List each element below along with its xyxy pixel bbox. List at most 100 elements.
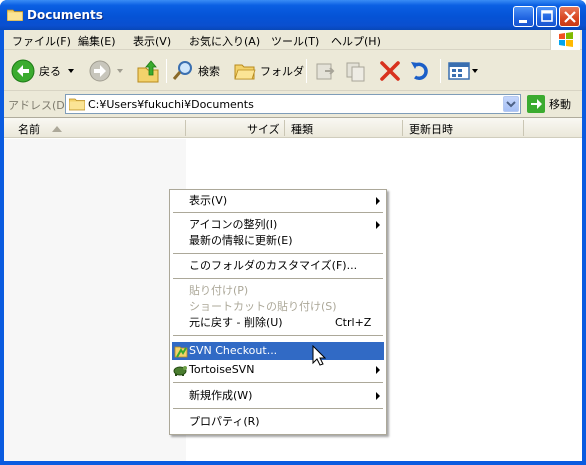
title-bar[interactable]: Documents (0, 0, 586, 30)
column-header-row: 名前 サイズ 種類 更新日時 (4, 118, 582, 138)
go-label: 移動 (549, 98, 571, 111)
menu-separator (173, 408, 383, 409)
maximize-button[interactable] (536, 6, 557, 27)
menu-separator (173, 253, 383, 254)
menu-separator (173, 212, 383, 213)
context-item-svn-checkout[interactable]: SVN Checkout... (172, 342, 384, 360)
context-item-paste-shortcut: ショートカットの貼り付け(S) (172, 299, 384, 315)
up-folder-icon (137, 60, 159, 83)
undo-icon (411, 62, 428, 81)
forward-button[interactable] (88, 57, 126, 85)
back-arrow-icon (11, 59, 35, 83)
folder-icon (6, 8, 24, 22)
undo-button[interactable] (408, 57, 432, 85)
context-item-refresh[interactable]: 最新の情報に更新(E) (172, 233, 384, 249)
context-item-label: アイコンの整列(I) (189, 218, 278, 231)
back-label: 戻る (39, 65, 61, 78)
context-item-properties[interactable]: プロパティ(R) (172, 414, 384, 430)
minimize-button[interactable] (513, 6, 534, 27)
column-divider[interactable] (185, 120, 186, 136)
dropdown-arrow-icon[interactable] (472, 66, 480, 76)
menu-help[interactable]: ヘルプ(H) (331, 33, 381, 49)
back-button[interactable]: 戻る (10, 57, 77, 85)
folders-icon (234, 64, 256, 80)
column-header-modified[interactable]: 更新日時 (409, 121, 453, 137)
delete-x-icon (380, 61, 400, 81)
menu-file[interactable]: ファイル(F) (12, 33, 71, 49)
column-divider[interactable] (284, 120, 285, 136)
folders-button[interactable]: フォルダ (233, 57, 304, 85)
up-folder-button[interactable] (135, 57, 161, 85)
toolbar-separator (306, 59, 307, 83)
search-icon (172, 61, 192, 80)
copy-to-icon (346, 62, 365, 82)
context-item-paste: 貼り付け(P) (172, 283, 384, 299)
menu-separator (173, 278, 383, 279)
context-item-label: ショートカットの貼り付け(S) (189, 300, 337, 313)
move-to-icon (316, 63, 335, 80)
dropdown-arrow-icon[interactable] (67, 66, 77, 76)
context-item-arrange-icons[interactable]: アイコンの整列(I) (172, 217, 384, 233)
context-item-customize-folder[interactable]: このフォルダのカスタマイズ(F)... (172, 258, 384, 274)
context-item-view[interactable]: 表示(V) (172, 193, 384, 209)
windows-logo-icon (550, 30, 580, 50)
context-item-label: このフォルダのカスタマイズ(F)... (189, 259, 358, 272)
address-input[interactable]: C:¥Users¥fukuchi¥Documents (65, 94, 521, 114)
dropdown-arrow-icon[interactable] (116, 66, 126, 76)
menu-tools[interactable]: ツール(T) (271, 33, 319, 49)
toolbar-separator (440, 59, 441, 83)
menu-edit[interactable]: 編集(E) (78, 33, 116, 49)
go-arrow-icon (527, 95, 545, 113)
window-title: Documents (27, 8, 103, 22)
context-item-new[interactable]: 新規作成(W) (172, 388, 384, 404)
context-item-tortoisesvn[interactable]: TortoiseSVN (172, 362, 384, 378)
toolbar-separator (166, 59, 167, 83)
go-button[interactable]: 移動 (527, 95, 571, 113)
column-divider[interactable] (402, 120, 403, 136)
context-item-label: 元に戻す - 削除(U) (189, 316, 283, 329)
address-label: アドレス(D) (8, 99, 70, 112)
context-item-label: 最新の情報に更新(E) (189, 234, 293, 247)
menu-bar: ファイル(F) 編集(E) 表示(V) お気に入り(A) ツール(T) ヘルプ(… (4, 30, 582, 50)
submenu-arrow-icon (376, 392, 380, 400)
mouse-pointer-icon (312, 345, 326, 366)
context-item-undo-delete[interactable]: 元に戻す - 削除(U) Ctrl+Z (172, 315, 384, 331)
name-column-shading (4, 139, 186, 462)
address-dropdown-button[interactable] (503, 96, 519, 112)
submenu-arrow-icon (376, 366, 380, 374)
folders-label: フォルダ (260, 65, 304, 78)
context-item-label: 新規作成(W) (189, 389, 253, 402)
toolbar: 戻る 検索 フォルダ (4, 51, 582, 91)
sort-ascending-icon (52, 126, 62, 132)
views-button[interactable] (447, 57, 480, 85)
svn-checkout-icon (174, 346, 188, 358)
column-header-type[interactable]: 種類 (291, 121, 313, 137)
search-label: 検索 (198, 65, 220, 78)
column-divider[interactable] (523, 120, 524, 136)
tortoisesvn-icon (173, 366, 187, 376)
menu-favorites[interactable]: お気に入り(A) (189, 33, 260, 49)
address-value: C:¥Users¥fukuchi¥Documents (88, 98, 254, 111)
address-bar: アドレス(D) C:¥Users¥fukuchi¥Documents 移動 (4, 92, 582, 116)
window-bottom-edge (0, 461, 586, 465)
column-header-name[interactable]: 名前 (18, 121, 40, 137)
menu-view[interactable]: 表示(V) (133, 33, 171, 49)
forward-arrow-icon (89, 60, 111, 82)
menu-separator (173, 335, 383, 336)
context-menu: 表示(V) アイコンの整列(I) 最新の情報に更新(E) このフォルダのカスタマ… (169, 189, 387, 435)
context-item-label: 貼り付け(P) (189, 284, 249, 297)
menu-separator (173, 382, 383, 383)
move-to-button[interactable] (313, 57, 337, 85)
delete-button[interactable] (378, 57, 402, 85)
context-item-label: SVN Checkout... (189, 344, 278, 357)
views-icon (448, 62, 470, 80)
close-button[interactable] (559, 6, 580, 27)
search-button[interactable]: 検索 (171, 57, 220, 85)
chevron-down-icon (506, 101, 516, 108)
submenu-arrow-icon (376, 197, 380, 205)
context-item-shortcut: Ctrl+Z (335, 316, 372, 329)
context-item-label: 表示(V) (189, 194, 228, 207)
copy-to-button[interactable] (344, 57, 368, 85)
column-header-size[interactable]: サイズ (247, 121, 280, 137)
context-item-label: TortoiseSVN (189, 363, 255, 376)
